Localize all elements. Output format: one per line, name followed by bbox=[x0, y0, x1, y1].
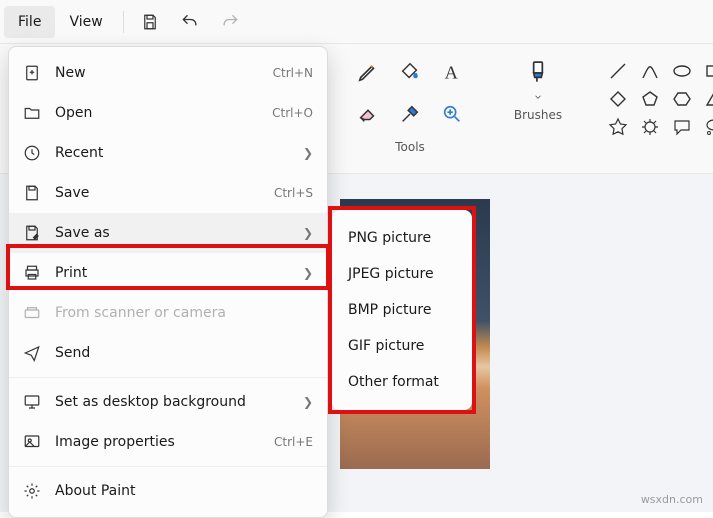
menu-recent[interactable]: Recent ❯ bbox=[9, 133, 327, 173]
menu-separator bbox=[9, 466, 327, 467]
svg-text:A: A bbox=[445, 62, 459, 82]
eraser-tool-icon[interactable] bbox=[348, 94, 388, 134]
menu-scanner: From scanner or camera bbox=[9, 293, 327, 333]
save-icon[interactable] bbox=[130, 6, 170, 38]
zoom-tool-icon[interactable] bbox=[432, 94, 472, 134]
submenu-gif[interactable]: GIF picture bbox=[332, 328, 472, 364]
menu-item-shortcut: Ctrl+E bbox=[274, 435, 313, 449]
submenu-png[interactable]: PNG picture bbox=[332, 220, 472, 256]
shape-pentagon-icon[interactable] bbox=[636, 86, 664, 112]
chevron-right-icon: ❯ bbox=[303, 395, 313, 409]
tools-label: Tools bbox=[395, 140, 425, 154]
send-icon bbox=[23, 344, 41, 362]
menu-about[interactable]: About Paint bbox=[9, 471, 327, 511]
shape-triangle-icon[interactable] bbox=[700, 86, 713, 112]
chevron-down-icon bbox=[533, 92, 543, 102]
menu-item-label: Recent bbox=[55, 145, 289, 161]
save-as-icon bbox=[23, 224, 41, 242]
gear-icon bbox=[23, 482, 41, 500]
shape-diamond-icon[interactable] bbox=[604, 86, 632, 112]
menu-image-properties[interactable]: Image properties Ctrl+E bbox=[9, 422, 327, 462]
shape-burst-icon[interactable] bbox=[636, 114, 664, 140]
shape-speech-icon[interactable] bbox=[668, 114, 696, 140]
menu-item-label: Image properties bbox=[55, 434, 260, 450]
desktop-icon bbox=[23, 393, 41, 411]
menu-send[interactable]: Send bbox=[9, 333, 327, 373]
menu-item-label: New bbox=[55, 65, 259, 81]
menu-file[interactable]: File bbox=[4, 6, 55, 38]
menu-set-background[interactable]: Set as desktop background ❯ bbox=[9, 382, 327, 422]
menu-item-label: Save bbox=[55, 185, 260, 201]
menubar: File View bbox=[0, 0, 713, 44]
menu-save[interactable]: Save Ctrl+S bbox=[9, 173, 327, 213]
picker-tool-icon[interactable] bbox=[390, 94, 430, 134]
print-icon bbox=[23, 264, 41, 282]
pencil-tool-icon[interactable] bbox=[348, 52, 388, 92]
brushes-group: Brushes bbox=[500, 52, 576, 172]
menu-print[interactable]: Print ❯ bbox=[9, 253, 327, 293]
shape-oval-icon[interactable] bbox=[668, 58, 696, 84]
undo-icon[interactable] bbox=[170, 6, 210, 38]
menu-item-shortcut: Ctrl+O bbox=[272, 106, 313, 120]
menu-open[interactable]: Open Ctrl+O bbox=[9, 93, 327, 133]
brushes-dropdown[interactable] bbox=[508, 52, 568, 102]
chevron-right-icon: ❯ bbox=[303, 146, 313, 160]
text-tool-icon[interactable]: A bbox=[432, 52, 472, 92]
menu-item-label: Send bbox=[55, 345, 313, 361]
clock-icon bbox=[23, 144, 41, 162]
shape-line-icon[interactable] bbox=[604, 58, 632, 84]
new-icon bbox=[23, 64, 41, 82]
chevron-right-icon: ❯ bbox=[303, 226, 313, 240]
submenu-bmp[interactable]: BMP picture bbox=[332, 292, 472, 328]
menu-item-label: Set as desktop background bbox=[55, 394, 289, 410]
folder-icon bbox=[23, 104, 41, 122]
save-icon bbox=[23, 184, 41, 202]
menu-view[interactable]: View bbox=[55, 6, 116, 38]
tools-group: A Tools bbox=[340, 52, 480, 172]
menu-item-label: About Paint bbox=[55, 483, 313, 499]
chevron-right-icon: ❯ bbox=[303, 266, 313, 280]
shape-hexagon-icon[interactable] bbox=[668, 86, 696, 112]
shapes-group bbox=[596, 52, 713, 172]
menu-item-label: Open bbox=[55, 105, 258, 121]
save-as-submenu: PNG picture JPEG picture BMP picture GIF… bbox=[332, 210, 472, 410]
submenu-jpeg[interactable]: JPEG picture bbox=[332, 256, 472, 292]
scanner-icon bbox=[23, 304, 41, 322]
menu-item-label: Save as bbox=[55, 225, 289, 241]
submenu-other[interactable]: Other format bbox=[332, 364, 472, 400]
menu-save-as[interactable]: Save as ❯ bbox=[9, 213, 327, 253]
image-icon bbox=[23, 433, 41, 451]
shape-curve-icon[interactable] bbox=[636, 58, 664, 84]
brushes-label: Brushes bbox=[514, 108, 562, 122]
redo-icon[interactable] bbox=[210, 6, 250, 38]
menu-new[interactable]: New Ctrl+N bbox=[9, 53, 327, 93]
menu-item-label: From scanner or camera bbox=[55, 305, 313, 321]
menu-separator bbox=[9, 377, 327, 378]
shape-thought-icon[interactable] bbox=[700, 114, 713, 140]
shape-rect-icon[interactable] bbox=[700, 58, 713, 84]
menu-item-label: Print bbox=[55, 265, 289, 281]
watermark: wsxdn.com bbox=[641, 493, 703, 506]
menu-item-shortcut: Ctrl+N bbox=[273, 66, 313, 80]
fill-tool-icon[interactable] bbox=[390, 52, 430, 92]
shape-star-icon[interactable] bbox=[604, 114, 632, 140]
file-menu: New Ctrl+N Open Ctrl+O Recent ❯ Save Ctr… bbox=[8, 46, 328, 518]
menu-item-shortcut: Ctrl+S bbox=[274, 186, 313, 200]
